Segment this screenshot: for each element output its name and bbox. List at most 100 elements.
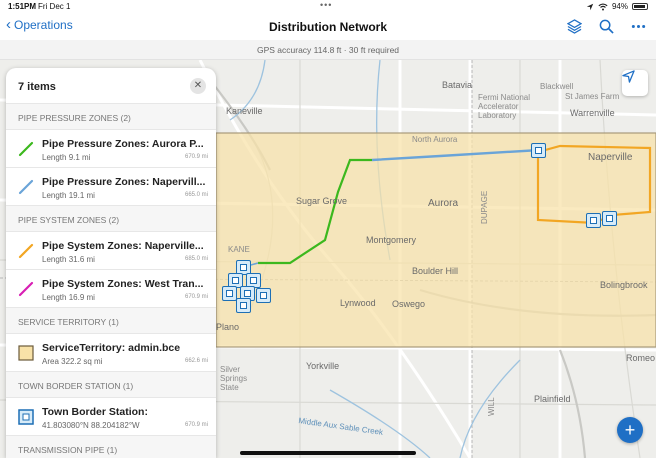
more-icon[interactable] xyxy=(630,18,646,34)
nav-actions xyxy=(566,18,646,34)
page-title: Distribution Network xyxy=(0,20,656,34)
item-subtitle: Length 19.1 mi xyxy=(42,191,95,200)
list-item[interactable]: Pipe System Zones: West Tran... Length 16… xyxy=(6,270,216,308)
map-label-blackwell: Blackwell xyxy=(540,82,573,91)
item-title: Town Border Station: xyxy=(42,406,208,418)
map-label-sugar-grove: Sugar Grove xyxy=(296,196,347,206)
add-feature-button[interactable]: + xyxy=(617,417,643,443)
map-label-fermi: Fermi National Accelerator Laboratory xyxy=(478,93,538,120)
item-title: Pipe Pressure Zones: Napervill... xyxy=(42,176,208,188)
close-button[interactable]: ✕ xyxy=(190,78,206,94)
line-symbol-icon xyxy=(18,243,34,259)
map-label-lynwood: Lynwood xyxy=(340,298,376,308)
item-distance: 670.9 mi xyxy=(185,154,208,160)
results-list: PIPE PRESSURE ZONES (2)Pipe Pressure Zon… xyxy=(6,104,216,458)
item-subtitle: 41.803080°N 88.204182°W xyxy=(42,421,140,430)
panel-header: 7 items ✕ xyxy=(6,68,216,104)
item-subtitle: Length 31.6 mi xyxy=(42,255,95,264)
map-label-north-aurora: North Aurora xyxy=(412,135,457,144)
map-label-aurora: Aurora xyxy=(428,198,458,209)
map-label-batavia: Batavia xyxy=(442,80,472,90)
multitasking-dots-icon[interactable]: ••• xyxy=(320,0,332,10)
item-distance: 665.0 mi xyxy=(185,192,208,198)
line-symbol-icon xyxy=(18,141,34,157)
map-label-oswego: Oswego xyxy=(392,299,425,309)
station-icon xyxy=(590,217,597,224)
gps-accuracy-bar: GPS accuracy 114.8 ft · 30 ft required xyxy=(0,40,656,60)
section-header: PIPE SYSTEM ZONES (2) xyxy=(6,206,216,232)
navigation-arrow-icon xyxy=(622,70,635,83)
section-header: TOWN BORDER STATION (1) xyxy=(6,372,216,398)
map-label-montgomery: Montgomery xyxy=(366,235,416,245)
line-symbol-icon xyxy=(18,179,34,195)
layers-icon[interactable] xyxy=(566,18,582,34)
section-header: SERVICE TERRITORY (1) xyxy=(6,308,216,334)
item-title: Pipe System Zones: West Tran... xyxy=(42,278,208,290)
battery-level-fill xyxy=(634,5,645,8)
status-right: 94% xyxy=(586,2,648,11)
item-distance: 685.0 mi xyxy=(185,256,208,262)
town-border-station-marker[interactable] xyxy=(236,298,251,313)
wifi-icon xyxy=(598,3,608,11)
station-icon xyxy=(232,277,239,284)
map-label-plainfield: Plainfield xyxy=(534,394,571,404)
map-label-plano: Plano xyxy=(216,322,239,332)
list-item[interactable]: Pipe Pressure Zones: Aurora P... Length 9… xyxy=(6,130,216,168)
locate-button[interactable] xyxy=(622,70,648,96)
map-label-kane-county: KANE xyxy=(228,245,250,254)
polygon-symbol-icon xyxy=(18,345,34,361)
item-subtitle: Area 322.2 sq mi xyxy=(42,357,102,366)
map-label-kaneville: Kaneville xyxy=(226,106,263,116)
item-subtitle: Length 16.9 mi xyxy=(42,293,95,302)
battery-percent: 94% xyxy=(612,2,628,11)
map-label-romeo: Romeo xyxy=(626,353,655,363)
map-label-st-james-farm: St James Farm xyxy=(565,92,619,101)
status-bar: 1:51PM Fri Dec 1 ••• 94% xyxy=(0,0,656,14)
section-header: PIPE PRESSURE ZONES (2) xyxy=(6,104,216,130)
station-icon xyxy=(606,215,613,222)
results-count: 7 items xyxy=(18,81,56,93)
location-arrow-icon xyxy=(586,3,594,11)
station-icon xyxy=(240,302,247,309)
list-item[interactable]: Pipe Pressure Zones: Napervill... Length … xyxy=(6,168,216,206)
list-item[interactable]: Town Border Station: 41.803080°N 88.20418… xyxy=(6,398,216,436)
item-title: Pipe System Zones: Naperville... xyxy=(42,240,208,252)
status-date: Fri Dec 1 xyxy=(38,2,70,11)
map-label-boulder-hill: Boulder Hill xyxy=(412,266,458,276)
list-item[interactable]: Pipe System Zones: Naperville... Length 3… xyxy=(6,232,216,270)
close-icon: ✕ xyxy=(194,80,202,91)
item-title: Pipe Pressure Zones: Aurora P... xyxy=(42,138,208,150)
station-icon xyxy=(535,147,542,154)
service-territory-polygon[interactable] xyxy=(216,133,656,347)
list-item[interactable]: ServiceTerritory: admin.bce Area 322.2 sq… xyxy=(6,334,216,372)
map-label-naperville: Naperville xyxy=(588,152,632,163)
navigation-bar: ‹ Operations Distribution Network xyxy=(0,14,656,40)
town-border-station-marker[interactable] xyxy=(586,213,601,228)
results-panel: 7 items ✕ PIPE PRESSURE ZONES (2)Pipe Pr… xyxy=(6,68,216,458)
station-icon xyxy=(260,292,267,299)
item-subtitle: Length 9.1 mi xyxy=(42,153,90,162)
map-label-warrenville: Warrenville xyxy=(570,108,615,118)
item-distance: 670.9 mi xyxy=(185,294,208,300)
map-label-silver-springs: Silver Springs State xyxy=(220,365,266,392)
station-symbol-icon xyxy=(18,409,34,425)
town-border-station-marker[interactable] xyxy=(222,286,237,301)
search-icon[interactable] xyxy=(598,18,614,34)
status-time: 1:51PM xyxy=(8,2,36,11)
town-border-station-marker[interactable] xyxy=(256,288,271,303)
home-indicator[interactable] xyxy=(240,451,416,455)
plus-icon: + xyxy=(625,420,636,440)
town-border-station-marker[interactable] xyxy=(531,143,546,158)
station-icon xyxy=(226,290,233,297)
map-label-dupage-county: DUPAGE xyxy=(480,191,489,224)
battery-icon xyxy=(632,3,648,10)
town-border-station-marker[interactable] xyxy=(602,211,617,226)
station-icon xyxy=(250,277,257,284)
section-header: TRANSMISSION PIPE (1) xyxy=(6,436,216,458)
station-icon xyxy=(244,290,251,297)
map-label-bolingbrook: Bolingbrook xyxy=(600,280,648,290)
item-distance: 670.9 mi xyxy=(185,422,208,428)
item-title: ServiceTerritory: admin.bce xyxy=(42,342,208,354)
item-distance: 662.6 mi xyxy=(185,358,208,364)
map-label-will-county: WILL xyxy=(487,397,496,416)
